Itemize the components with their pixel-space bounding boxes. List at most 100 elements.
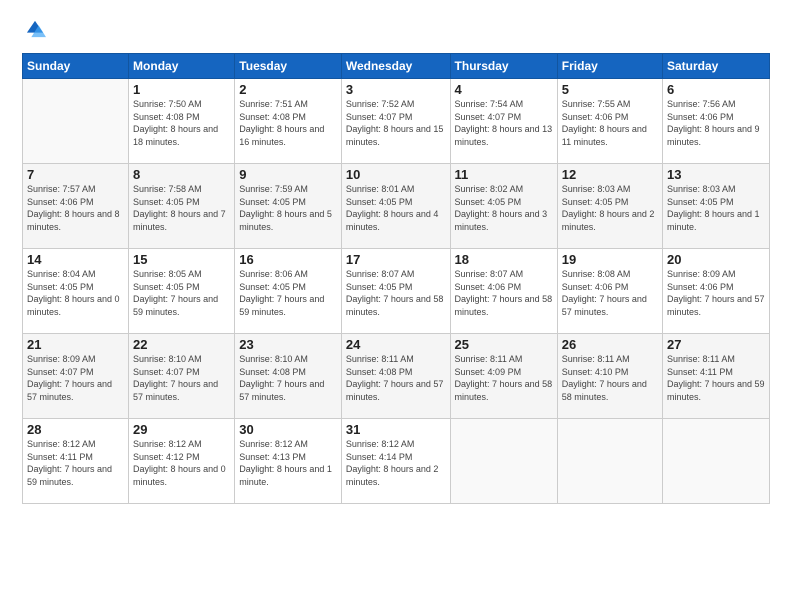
day-info: Sunrise: 8:12 AM Sunset: 4:14 PM Dayligh… <box>346 438 446 488</box>
calendar-cell: 17Sunrise: 8:07 AM Sunset: 4:05 PM Dayli… <box>341 249 450 334</box>
day-number: 23 <box>239 337 337 352</box>
day-number: 31 <box>346 422 446 437</box>
day-number: 28 <box>27 422 124 437</box>
calendar-cell: 9Sunrise: 7:59 AM Sunset: 4:05 PM Daylig… <box>235 164 342 249</box>
day-number: 29 <box>133 422 230 437</box>
day-number: 24 <box>346 337 446 352</box>
calendar-cell: 3Sunrise: 7:52 AM Sunset: 4:07 PM Daylig… <box>341 79 450 164</box>
day-info: Sunrise: 7:58 AM Sunset: 4:05 PM Dayligh… <box>133 183 230 233</box>
calendar-week-row: 28Sunrise: 8:12 AM Sunset: 4:11 PM Dayli… <box>23 419 770 504</box>
calendar-cell: 13Sunrise: 8:03 AM Sunset: 4:05 PM Dayli… <box>663 164 770 249</box>
calendar-cell <box>450 419 557 504</box>
calendar-cell: 4Sunrise: 7:54 AM Sunset: 4:07 PM Daylig… <box>450 79 557 164</box>
calendar-cell: 28Sunrise: 8:12 AM Sunset: 4:11 PM Dayli… <box>23 419 129 504</box>
day-info: Sunrise: 8:10 AM Sunset: 4:08 PM Dayligh… <box>239 353 337 403</box>
calendar-cell: 19Sunrise: 8:08 AM Sunset: 4:06 PM Dayli… <box>557 249 662 334</box>
logo-icon <box>24 18 46 40</box>
calendar-cell: 30Sunrise: 8:12 AM Sunset: 4:13 PM Dayli… <box>235 419 342 504</box>
calendar-cell: 6Sunrise: 7:56 AM Sunset: 4:06 PM Daylig… <box>663 79 770 164</box>
day-info: Sunrise: 8:11 AM Sunset: 4:10 PM Dayligh… <box>562 353 658 403</box>
day-info: Sunrise: 8:04 AM Sunset: 4:05 PM Dayligh… <box>27 268 124 318</box>
day-info: Sunrise: 8:09 AM Sunset: 4:07 PM Dayligh… <box>27 353 124 403</box>
day-number: 2 <box>239 82 337 97</box>
page: SundayMondayTuesdayWednesdayThursdayFrid… <box>0 0 792 612</box>
day-info: Sunrise: 7:52 AM Sunset: 4:07 PM Dayligh… <box>346 98 446 148</box>
day-info: Sunrise: 7:55 AM Sunset: 4:06 PM Dayligh… <box>562 98 658 148</box>
day-info: Sunrise: 8:07 AM Sunset: 4:06 PM Dayligh… <box>455 268 553 318</box>
day-number: 30 <box>239 422 337 437</box>
calendar-cell: 12Sunrise: 8:03 AM Sunset: 4:05 PM Dayli… <box>557 164 662 249</box>
day-info: Sunrise: 8:12 AM Sunset: 4:13 PM Dayligh… <box>239 438 337 488</box>
day-number: 6 <box>667 82 765 97</box>
day-number: 19 <box>562 252 658 267</box>
calendar-cell: 14Sunrise: 8:04 AM Sunset: 4:05 PM Dayli… <box>23 249 129 334</box>
calendar-cell: 25Sunrise: 8:11 AM Sunset: 4:09 PM Dayli… <box>450 334 557 419</box>
calendar-week-row: 14Sunrise: 8:04 AM Sunset: 4:05 PM Dayli… <box>23 249 770 334</box>
day-number: 10 <box>346 167 446 182</box>
day-info: Sunrise: 7:56 AM Sunset: 4:06 PM Dayligh… <box>667 98 765 148</box>
weekday-header-saturday: Saturday <box>663 54 770 79</box>
calendar-cell: 7Sunrise: 7:57 AM Sunset: 4:06 PM Daylig… <box>23 164 129 249</box>
calendar-cell: 10Sunrise: 8:01 AM Sunset: 4:05 PM Dayli… <box>341 164 450 249</box>
day-info: Sunrise: 8:12 AM Sunset: 4:12 PM Dayligh… <box>133 438 230 488</box>
day-number: 27 <box>667 337 765 352</box>
calendar-cell: 2Sunrise: 7:51 AM Sunset: 4:08 PM Daylig… <box>235 79 342 164</box>
weekday-header-tuesday: Tuesday <box>235 54 342 79</box>
weekday-header-monday: Monday <box>129 54 235 79</box>
day-number: 5 <box>562 82 658 97</box>
calendar-cell: 27Sunrise: 8:11 AM Sunset: 4:11 PM Dayli… <box>663 334 770 419</box>
day-info: Sunrise: 7:54 AM Sunset: 4:07 PM Dayligh… <box>455 98 553 148</box>
weekday-header-wednesday: Wednesday <box>341 54 450 79</box>
calendar-cell: 16Sunrise: 8:06 AM Sunset: 4:05 PM Dayli… <box>235 249 342 334</box>
calendar-cell <box>23 79 129 164</box>
day-number: 3 <box>346 82 446 97</box>
weekday-header-row: SundayMondayTuesdayWednesdayThursdayFrid… <box>23 54 770 79</box>
calendar-cell: 31Sunrise: 8:12 AM Sunset: 4:14 PM Dayli… <box>341 419 450 504</box>
day-number: 7 <box>27 167 124 182</box>
day-info: Sunrise: 8:05 AM Sunset: 4:05 PM Dayligh… <box>133 268 230 318</box>
day-info: Sunrise: 8:11 AM Sunset: 4:09 PM Dayligh… <box>455 353 553 403</box>
calendar-cell: 29Sunrise: 8:12 AM Sunset: 4:12 PM Dayli… <box>129 419 235 504</box>
day-number: 8 <box>133 167 230 182</box>
logo <box>22 18 48 45</box>
day-info: Sunrise: 8:11 AM Sunset: 4:08 PM Dayligh… <box>346 353 446 403</box>
weekday-header-friday: Friday <box>557 54 662 79</box>
day-number: 1 <box>133 82 230 97</box>
day-number: 18 <box>455 252 553 267</box>
day-number: 11 <box>455 167 553 182</box>
day-number: 9 <box>239 167 337 182</box>
day-number: 22 <box>133 337 230 352</box>
day-info: Sunrise: 8:06 AM Sunset: 4:05 PM Dayligh… <box>239 268 337 318</box>
day-info: Sunrise: 8:10 AM Sunset: 4:07 PM Dayligh… <box>133 353 230 403</box>
day-info: Sunrise: 8:03 AM Sunset: 4:05 PM Dayligh… <box>667 183 765 233</box>
calendar-cell: 24Sunrise: 8:11 AM Sunset: 4:08 PM Dayli… <box>341 334 450 419</box>
day-info: Sunrise: 7:51 AM Sunset: 4:08 PM Dayligh… <box>239 98 337 148</box>
day-number: 16 <box>239 252 337 267</box>
calendar-week-row: 7Sunrise: 7:57 AM Sunset: 4:06 PM Daylig… <box>23 164 770 249</box>
day-info: Sunrise: 8:08 AM Sunset: 4:06 PM Dayligh… <box>562 268 658 318</box>
day-info: Sunrise: 8:12 AM Sunset: 4:11 PM Dayligh… <box>27 438 124 488</box>
day-number: 12 <box>562 167 658 182</box>
day-info: Sunrise: 8:03 AM Sunset: 4:05 PM Dayligh… <box>562 183 658 233</box>
day-info: Sunrise: 8:07 AM Sunset: 4:05 PM Dayligh… <box>346 268 446 318</box>
day-number: 26 <box>562 337 658 352</box>
calendar-cell: 20Sunrise: 8:09 AM Sunset: 4:06 PM Dayli… <box>663 249 770 334</box>
calendar-cell: 11Sunrise: 8:02 AM Sunset: 4:05 PM Dayli… <box>450 164 557 249</box>
day-number: 20 <box>667 252 765 267</box>
calendar-cell: 15Sunrise: 8:05 AM Sunset: 4:05 PM Dayli… <box>129 249 235 334</box>
day-info: Sunrise: 7:59 AM Sunset: 4:05 PM Dayligh… <box>239 183 337 233</box>
calendar-cell: 1Sunrise: 7:50 AM Sunset: 4:08 PM Daylig… <box>129 79 235 164</box>
day-info: Sunrise: 8:01 AM Sunset: 4:05 PM Dayligh… <box>346 183 446 233</box>
day-number: 14 <box>27 252 124 267</box>
day-info: Sunrise: 7:50 AM Sunset: 4:08 PM Dayligh… <box>133 98 230 148</box>
day-info: Sunrise: 8:09 AM Sunset: 4:06 PM Dayligh… <box>667 268 765 318</box>
calendar-cell: 5Sunrise: 7:55 AM Sunset: 4:06 PM Daylig… <box>557 79 662 164</box>
day-number: 21 <box>27 337 124 352</box>
day-number: 4 <box>455 82 553 97</box>
calendar-cell: 26Sunrise: 8:11 AM Sunset: 4:10 PM Dayli… <box>557 334 662 419</box>
day-info: Sunrise: 8:11 AM Sunset: 4:11 PM Dayligh… <box>667 353 765 403</box>
calendar-week-row: 1Sunrise: 7:50 AM Sunset: 4:08 PM Daylig… <box>23 79 770 164</box>
calendar-table: SundayMondayTuesdayWednesdayThursdayFrid… <box>22 53 770 504</box>
day-number: 13 <box>667 167 765 182</box>
header <box>22 18 770 45</box>
